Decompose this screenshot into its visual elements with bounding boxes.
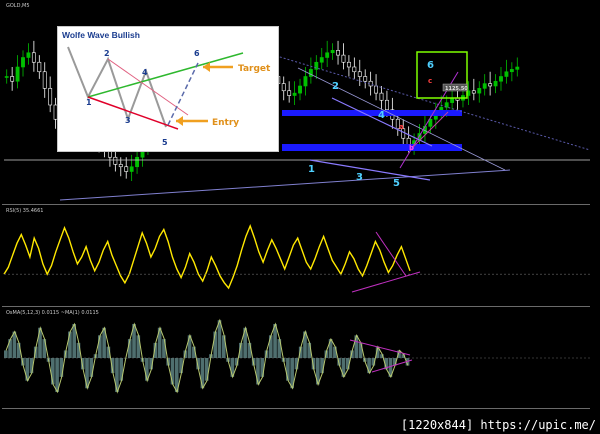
upper-channel-line — [107, 58, 189, 116]
candle-body — [477, 88, 482, 94]
candle-body — [384, 99, 389, 111]
candle-body — [379, 92, 384, 101]
wave-zigzag — [67, 46, 167, 128]
osma-bar — [217, 320, 222, 358]
candle-body — [303, 76, 308, 87]
candle-body — [352, 66, 357, 73]
letter-label: c — [428, 77, 432, 85]
candle-body — [488, 83, 493, 87]
rsi-line — [3, 224, 411, 290]
price-tag: 1125.50 — [445, 86, 468, 92]
osma-bar — [25, 358, 30, 381]
target-label: Target — [238, 64, 271, 74]
osma-bar — [68, 331, 72, 358]
osma-bar — [38, 327, 42, 358]
candle-body — [515, 66, 520, 70]
candle-body — [26, 52, 31, 58]
candle-body — [346, 61, 351, 68]
osma-bar — [341, 358, 346, 377]
osma-bar — [256, 358, 260, 385]
candle-body — [357, 71, 362, 77]
candle-body — [374, 85, 378, 94]
rsi-panel — [3, 224, 590, 293]
candle-body — [118, 164, 123, 168]
wave-line-1-3 — [309, 159, 431, 181]
candle-body — [325, 52, 330, 58]
candle-body — [509, 69, 514, 73]
diagram-point-2: 2 — [104, 49, 110, 58]
diagram-svg: 1 2 3 4 5 6 Target Entry — [67, 46, 271, 147]
target-line — [87, 52, 244, 98]
candle-body — [48, 88, 53, 106]
candle-body — [15, 66, 20, 82]
panel-separator[interactable] — [2, 306, 590, 307]
candle-body — [37, 61, 42, 73]
wave-point-label: 4 — [378, 110, 385, 121]
candle-body — [4, 76, 9, 78]
symbol-line: GOLD,M5 — [6, 3, 30, 9]
candle-body — [287, 90, 292, 96]
osma-panel — [4, 318, 590, 394]
candle-body — [341, 54, 346, 63]
candle-body — [21, 57, 25, 68]
osma-label: OsMA(5,12,3) 0.0115 ~MA(1) 0.0115 — [6, 310, 99, 316]
candle-body — [42, 71, 47, 89]
candle-body — [499, 76, 503, 82]
candle-body — [319, 57, 324, 63]
osma-bar — [354, 335, 359, 358]
candle-body — [493, 80, 498, 87]
osma-bar — [12, 331, 17, 358]
support-zone — [282, 144, 462, 151]
rsi-label: RSI(5) 35.4661 — [6, 208, 44, 214]
osma-bar — [200, 358, 205, 389]
osma-bar — [4, 350, 8, 358]
candle-body — [129, 166, 134, 172]
candle-body — [482, 83, 487, 89]
candle-body — [363, 76, 368, 82]
diagram-point-1: 1 — [86, 98, 92, 107]
candle-body — [113, 156, 118, 165]
wave-point-label: 5 — [393, 178, 400, 189]
diagram-title: Wolfe Wave Bullish — [62, 30, 140, 40]
wave-line-2-4 — [331, 97, 433, 147]
lower-trend-line — [59, 169, 511, 201]
diagram-point-3: 3 — [125, 116, 131, 125]
diagram-point-6: 6 — [194, 49, 200, 58]
panel-separator — [2, 408, 590, 409]
candle-body — [330, 50, 335, 54]
candle-body — [124, 166, 129, 172]
letter-label: a — [399, 123, 404, 131]
candle-body — [31, 52, 36, 63]
diagram-point-4: 4 — [142, 68, 148, 77]
osma-bar — [170, 358, 175, 385]
candle-body — [336, 50, 340, 56]
diagram-point-5: 5 — [162, 138, 168, 147]
candle-body — [471, 90, 476, 94]
candle-body — [298, 85, 302, 94]
candle-body — [281, 83, 286, 92]
wave-point-label: 3 — [356, 172, 363, 183]
osma-bar — [268, 335, 273, 358]
candle-body — [292, 92, 297, 96]
candle-body — [10, 76, 15, 82]
osma-bar — [85, 358, 89, 389]
entry-arrow-head — [176, 116, 183, 126]
lower-channel-line — [87, 96, 179, 130]
candle-body — [308, 69, 313, 77]
letter-label: b — [409, 144, 414, 152]
target-point-label: 6 — [427, 60, 434, 71]
panel-separator[interactable] — [2, 204, 590, 205]
candle-body — [314, 61, 319, 70]
entry-label: Entry — [212, 118, 239, 128]
wave-point-label: 1 — [308, 164, 315, 175]
image-credit: [1220x844] https://upic.me/ — [400, 418, 596, 432]
wolfe-wave-diagram: Wolfe Wave Bullish 1 2 3 4 5 6 Target En… — [57, 26, 279, 152]
candle-body — [135, 156, 140, 168]
wave-point-label: 2 — [332, 81, 339, 92]
candle-body — [504, 71, 509, 77]
